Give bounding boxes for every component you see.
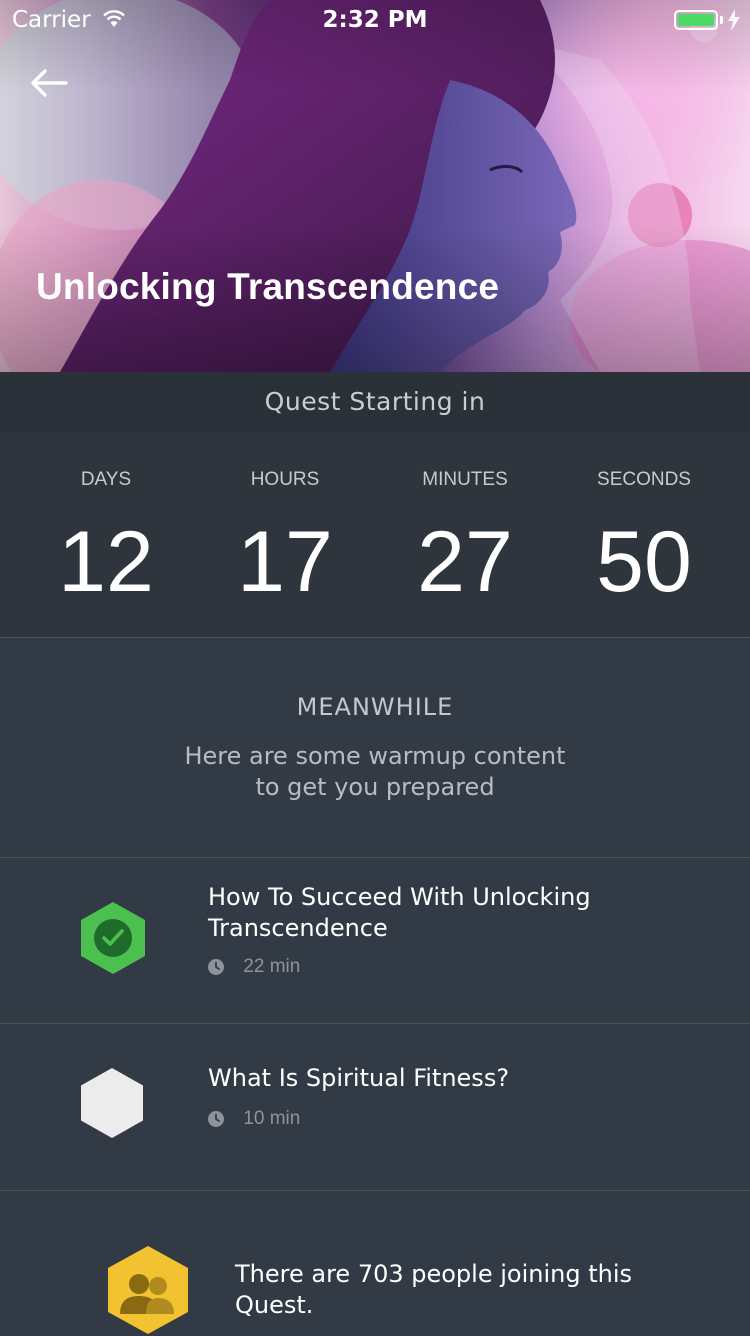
charging-bolt-icon xyxy=(728,9,740,31)
check-hexagon-icon xyxy=(81,902,145,974)
status-time: 2:32 PM xyxy=(322,7,428,33)
quest-starting-label: Quest Starting in xyxy=(0,372,750,432)
page-title: Unlocking Transcendence xyxy=(36,266,500,307)
countdown-label: MINUTES xyxy=(422,469,508,490)
countdown-value: 17 xyxy=(237,514,333,610)
countdown-value: 12 xyxy=(58,514,154,610)
clock-icon xyxy=(208,959,224,975)
countdown-value: 50 xyxy=(596,514,692,610)
countdown-value: 27 xyxy=(417,514,513,610)
participants-section: There are 703 people joining this Quest. xyxy=(0,1192,750,1334)
countdown-timer: DAYS 12 HOURS 17 MINUTES 27 SECONDS 50 xyxy=(0,432,750,638)
meanwhile-subtitle: Here are some warmup content to get you … xyxy=(0,741,750,803)
meanwhile-section: MEANWHILE Here are some warmup content t… xyxy=(0,638,750,858)
meanwhile-heading: MEANWHILE xyxy=(296,693,454,721)
participants-text-line: There are 703 people joining this xyxy=(235,1260,632,1288)
duration-label: 10 min xyxy=(243,1108,301,1129)
duration-label: 22 min xyxy=(243,956,301,977)
content-item-title-line: Transcendence xyxy=(208,914,388,942)
content-item-duration: 22 min xyxy=(208,956,300,978)
back-arrow-icon[interactable] xyxy=(30,68,68,98)
meanwhile-subtitle-line: Here are some warmup content xyxy=(184,742,566,770)
hero-banner: Carrier 2:32 PM Unlocking Transcendence xyxy=(0,0,750,372)
content-item-duration: 10 min xyxy=(208,1108,300,1130)
battery-level xyxy=(678,14,714,26)
battery-icon xyxy=(674,10,718,30)
status-bar: Carrier 2:32 PM xyxy=(0,0,750,40)
battery-tip xyxy=(720,16,723,24)
participants-text-line: Quest. xyxy=(235,1291,314,1319)
content-item[interactable]: What Is Spiritual Fitness? 10 min xyxy=(0,1024,750,1191)
participants-text: There are 703 people joining this Quest. xyxy=(235,1259,690,1321)
people-hexagon-icon xyxy=(108,1246,188,1334)
countdown-label: DAYS xyxy=(80,469,132,490)
countdown-label: HOURS xyxy=(250,469,320,490)
content-item-title: What Is Spiritual Fitness? xyxy=(208,1063,710,1094)
content-item[interactable]: How To Succeed With Unlocking Transcende… xyxy=(0,858,750,1024)
countdown-label: SECONDS xyxy=(597,469,691,490)
clock-icon xyxy=(208,1111,224,1127)
hero-shade xyxy=(0,0,750,372)
content-item-title-line: What Is Spiritual Fitness? xyxy=(208,1064,510,1092)
content-item-title-line: How To Succeed With Unlocking xyxy=(208,883,591,911)
hexagon-icon xyxy=(81,1068,143,1138)
meanwhile-subtitle-line: to get you prepared xyxy=(255,773,495,801)
content-item-title: How To Succeed With Unlocking Transcende… xyxy=(208,882,710,944)
